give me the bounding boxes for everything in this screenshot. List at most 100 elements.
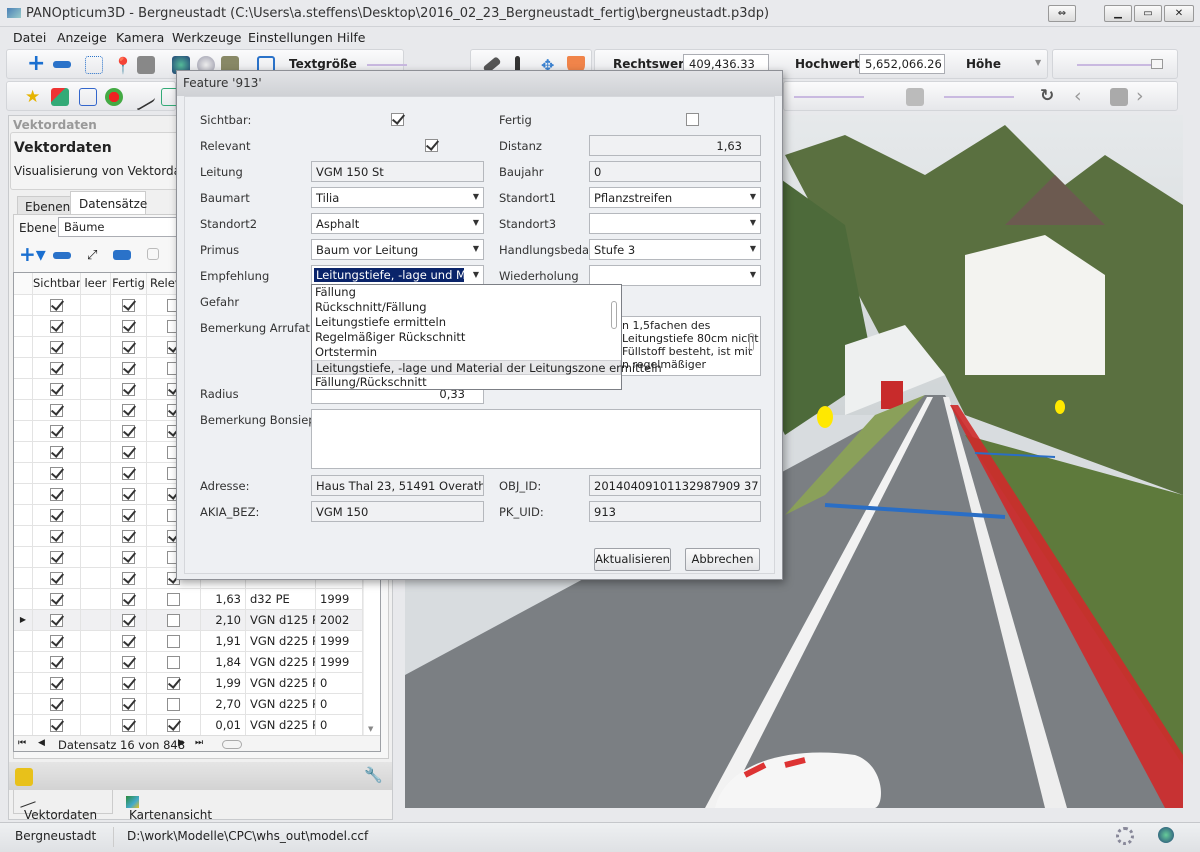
dropdown-option[interactable]: Fällung/Rückschnitt xyxy=(312,375,621,390)
standort3-select[interactable]: ▼ xyxy=(589,213,761,234)
checkbox[interactable] xyxy=(50,677,63,690)
chevron-down-icon[interactable]: ▼ xyxy=(473,270,479,279)
checkbox[interactable] xyxy=(122,656,135,669)
table-row[interactable]: 2,70VGN d225 PE0 xyxy=(14,694,380,715)
cell-relevant[interactable] xyxy=(147,652,201,673)
cell-leer[interactable] xyxy=(81,379,111,400)
cell-baujahr[interactable]: 1999 xyxy=(316,652,363,673)
cell-sichtbar[interactable] xyxy=(33,421,81,442)
row-header[interactable] xyxy=(14,337,33,358)
cell-leitung[interactable]: VGN d225 PE xyxy=(246,715,316,736)
row-header[interactable] xyxy=(14,421,33,442)
menu-datei[interactable]: Datei xyxy=(13,30,46,45)
checkbox[interactable] xyxy=(122,677,135,690)
cell-fertig[interactable] xyxy=(111,358,147,379)
checkbox[interactable] xyxy=(167,614,180,627)
cell-sichtbar[interactable] xyxy=(33,715,81,736)
cell-leer[interactable] xyxy=(81,442,111,463)
checkbox[interactable] xyxy=(122,341,135,354)
dropdown-option[interactable]: Ortstermin xyxy=(312,345,621,360)
scroll-down-icon[interactable]: ▼ xyxy=(368,725,373,733)
cell-leitung[interactable]: VGN d125 PE xyxy=(246,610,316,631)
cell-distanz[interactable]: 1,84 xyxy=(201,652,246,673)
objid-field[interactable]: 20140409101132987909 37 xyxy=(589,475,761,496)
dropdown-option[interactable]: Leitungstiefe, -lage und Material der Le… xyxy=(312,360,662,375)
menu-anzeige[interactable]: Anzeige xyxy=(57,30,107,45)
checkbox[interactable] xyxy=(122,362,135,375)
cell-relevant[interactable] xyxy=(147,694,201,715)
textsize-slider[interactable] xyxy=(367,64,407,66)
row-header[interactable] xyxy=(14,358,33,379)
cell-sichtbar[interactable] xyxy=(33,484,81,505)
map-pin-icon[interactable] xyxy=(105,88,123,106)
cell-leer[interactable] xyxy=(81,421,111,442)
leitung-field[interactable]: VGM 150 St xyxy=(311,161,484,182)
cell-fertig[interactable] xyxy=(111,400,147,421)
cell-sichtbar[interactable] xyxy=(33,589,81,610)
checkbox[interactable] xyxy=(50,719,63,732)
cell-relevant[interactable] xyxy=(147,673,201,694)
dropdown-scrollbar[interactable] xyxy=(611,301,617,329)
baujahr-field[interactable]: 0 xyxy=(589,161,761,182)
cell-sichtbar[interactable] xyxy=(33,694,81,715)
cell-sichtbar[interactable] xyxy=(33,463,81,484)
wrench-icon[interactable]: 🔧 xyxy=(364,766,383,784)
cancel-button[interactable]: Abbrechen xyxy=(685,548,760,571)
link-icon[interactable] xyxy=(113,250,131,260)
hochwert-field[interactable]: 5,652,066.26 xyxy=(859,54,945,74)
standort1-select[interactable]: Pflanzstreifen ▼ xyxy=(589,187,761,208)
cell-sichtbar[interactable] xyxy=(33,358,81,379)
checkbox[interactable] xyxy=(50,467,63,480)
row-header[interactable] xyxy=(14,484,33,505)
cell-leitung[interactable]: VGN d225 PE xyxy=(246,652,316,673)
cell-baujahr[interactable]: 1999 xyxy=(316,631,363,652)
cell-leer[interactable] xyxy=(81,715,111,736)
checkbox[interactable] xyxy=(50,593,63,606)
add-record-icon[interactable]: +▾ xyxy=(19,244,46,264)
cell-sichtbar[interactable] xyxy=(33,526,81,547)
col-fertig[interactable]: Fertig xyxy=(111,273,147,294)
cell-fertig[interactable] xyxy=(111,589,147,610)
checkbox[interactable] xyxy=(50,572,63,585)
back-icon[interactable]: ‹ xyxy=(1074,85,1092,107)
cell-relevant[interactable] xyxy=(147,715,201,736)
cell-fertig[interactable] xyxy=(111,694,147,715)
forward-icon[interactable]: › xyxy=(1136,85,1154,107)
cell-leer[interactable] xyxy=(81,463,111,484)
row-header[interactable] xyxy=(14,316,33,337)
cell-distanz[interactable]: 2,70 xyxy=(201,694,246,715)
building-icon[interactable] xyxy=(137,56,155,74)
row-header[interactable] xyxy=(14,442,33,463)
cell-baujahr[interactable]: 2002 xyxy=(316,610,363,631)
cell-distanz[interactable]: 2,10 xyxy=(201,610,246,631)
checkbox[interactable] xyxy=(122,446,135,459)
slider-1[interactable] xyxy=(794,96,864,98)
baumart-select[interactable]: Tilia ▼ xyxy=(311,187,484,208)
cell-baujahr[interactable]: 0 xyxy=(316,694,363,715)
checkbox[interactable] xyxy=(167,719,180,732)
table-row[interactable]: 0,01VGN d225 PE0 xyxy=(14,715,380,736)
cell-fertig[interactable] xyxy=(111,379,147,400)
akia-field[interactable]: VGM 150 xyxy=(311,501,484,522)
unlock-icon[interactable] xyxy=(15,768,33,786)
checkbox[interactable] xyxy=(122,551,135,564)
fertig-checkbox[interactable] xyxy=(685,113,699,126)
cell-fertig[interactable] xyxy=(111,610,147,631)
maximize-button[interactable]: ▭ xyxy=(1134,5,1162,22)
cell-sichtbar[interactable] xyxy=(33,547,81,568)
cell-fertig[interactable] xyxy=(111,442,147,463)
cell-leer[interactable] xyxy=(81,316,111,337)
row-header[interactable] xyxy=(14,547,33,568)
cell-leer[interactable] xyxy=(81,295,111,316)
last-record-button[interactable]: ⏭ xyxy=(195,738,203,748)
cell-relevant[interactable] xyxy=(147,631,201,652)
checkbox[interactable] xyxy=(167,656,180,669)
cell-sichtbar[interactable] xyxy=(33,652,81,673)
cell-fertig[interactable] xyxy=(111,568,147,589)
checkbox[interactable] xyxy=(50,446,63,459)
pkuid-field[interactable]: 913 xyxy=(589,501,761,522)
col-leer[interactable]: leer xyxy=(81,273,111,294)
handlungsbedarf-select[interactable]: Stufe 3 ▼ xyxy=(589,239,761,260)
dropdown-option[interactable]: Regelmäßiger Rückschnitt xyxy=(312,330,621,345)
cell-leer[interactable] xyxy=(81,505,111,526)
